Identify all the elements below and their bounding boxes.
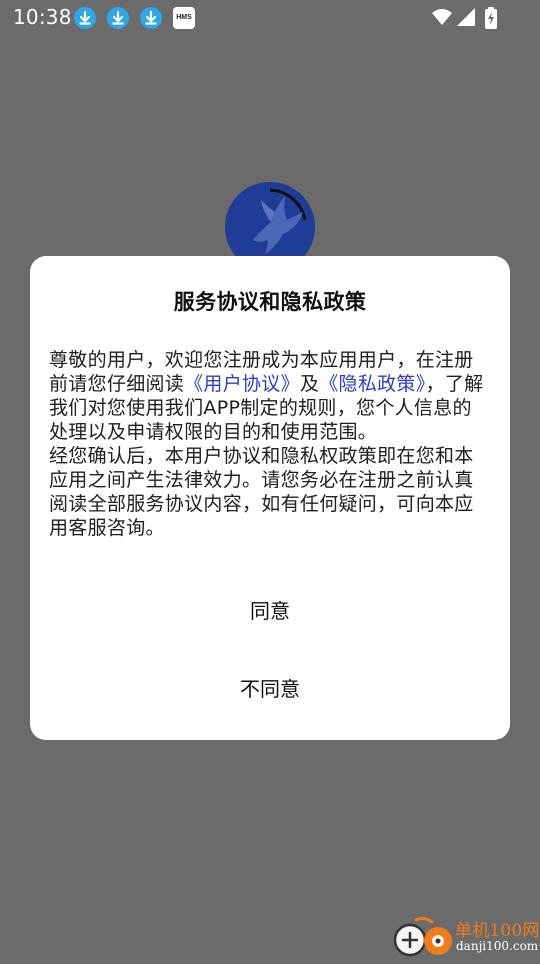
watermark-name: 单机100网	[455, 921, 540, 941]
battery-charging-icon	[484, 6, 498, 34]
watermark: 单机100网 danji100.com	[392, 914, 540, 960]
hms-icon: HMS	[173, 7, 195, 29]
disagree-button[interactable]: 不同意	[30, 664, 510, 714]
download-icon	[140, 7, 162, 29]
status-time: 10:38	[13, 5, 72, 29]
cell-signal-icon	[456, 6, 476, 32]
wifi-icon	[431, 6, 453, 32]
body-text: 及	[299, 373, 320, 395]
download-icon	[74, 7, 96, 29]
watermark-logo-icon	[393, 916, 452, 957]
status-bar: 10:38 HMS	[0, 0, 540, 36]
body-text: 经您确认后，本用户协议和隐私权政策即在您和本应用之间产生法律效力。请您务必在注册…	[49, 445, 474, 539]
download-icon	[107, 7, 129, 29]
agree-button[interactable]: 同意	[30, 586, 510, 636]
privacy-dialog: 服务协议和隐私政策 尊敬的用户，欢迎您注册成为本应用用户，在注册前请您仔细阅读《…	[30, 256, 510, 740]
dialog-title: 服务协议和隐私政策	[173, 290, 367, 314]
dialog-body: 尊敬的用户，欢迎您注册成为本应用用户，在注册前请您仔细阅读《用户协议》及《隐私政…	[49, 348, 491, 540]
user-agreement-link[interactable]: 《用户协议》	[184, 373, 300, 395]
privacy-policy-link[interactable]: 《隐私政策》	[319, 373, 425, 395]
watermark-url: danji100.com	[456, 939, 539, 953]
